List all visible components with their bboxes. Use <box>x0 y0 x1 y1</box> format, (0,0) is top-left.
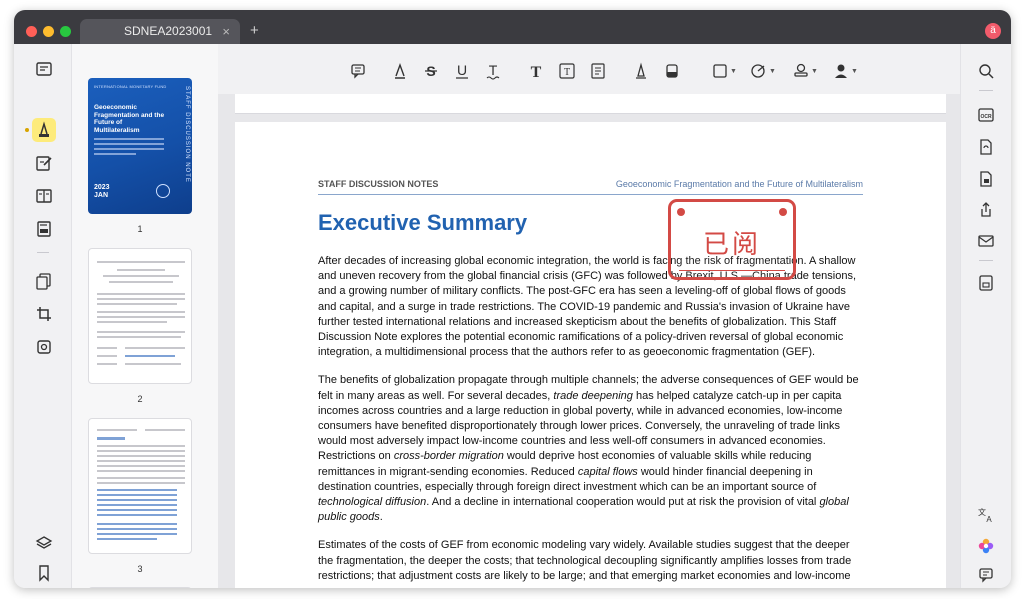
cover-title: Geoeconomic Fragmentation and the Future… <box>94 104 165 134</box>
share-icon[interactable] <box>977 201 995 219</box>
form-icon[interactable] <box>35 220 53 238</box>
annotation-toolbar: S U T T T ▼ ▼ ▼ ▼ <box>218 44 960 94</box>
stamp-icon[interactable] <box>792 62 810 80</box>
squiggly-underline-icon[interactable]: T <box>484 62 502 80</box>
text-icon[interactable]: T <box>527 62 545 80</box>
strikethrough-icon[interactable]: S <box>422 62 440 80</box>
paragraph: Estimates of the costs of GEF from econo… <box>318 539 852 582</box>
pdf-page[interactable]: STAFF DISCUSSION NOTES Geoeconomic Fragm… <box>235 122 946 588</box>
protect-icon[interactable] <box>977 170 995 188</box>
comment-icon[interactable] <box>349 62 367 80</box>
svg-text:U: U <box>457 62 467 78</box>
tab-title: SDNEA2023001 <box>124 24 213 38</box>
underline-icon[interactable]: U <box>453 62 471 80</box>
zoom-window-button[interactable] <box>60 26 71 37</box>
ocr-tool-icon[interactable]: OCR <box>977 106 995 124</box>
page-layout-icon[interactable] <box>35 187 53 205</box>
imf-emblem-icon <box>156 184 170 198</box>
pencil-icon[interactable] <box>632 62 650 80</box>
thumbnail-page-3[interactable] <box>88 418 192 554</box>
svg-text:A: A <box>986 515 992 524</box>
running-header: STAFF DISCUSSION NOTES Geoeconomic Fragm… <box>318 179 863 195</box>
previous-page-edge <box>235 94 946 114</box>
search-icon[interactable] <box>977 62 995 80</box>
stamp-underline <box>679 270 785 271</box>
layers-icon[interactable] <box>35 534 53 552</box>
running-head-right: Geoeconomic Fragmentation and the Future… <box>615 179 863 189</box>
running-head-left: STAFF DISCUSSION NOTES <box>318 179 439 189</box>
minimize-window-button[interactable] <box>43 26 54 37</box>
cover-org: INTERNATIONAL MONETARY FUND <box>94 84 167 89</box>
save-icon[interactable] <box>977 274 995 292</box>
ai-assistant-icon[interactable] <box>977 537 995 555</box>
cover-image: INTERNATIONAL MONETARY FUND Geoeconomic … <box>88 78 192 214</box>
sticky-note-icon[interactable] <box>750 62 768 80</box>
edit-pdf-icon[interactable] <box>35 154 53 172</box>
sticky-dropdown-chevron-icon[interactable]: ▼ <box>769 68 776 75</box>
left-divider <box>37 252 49 253</box>
stamp-corner-dot <box>779 208 787 216</box>
body-text[interactable]: After decades of increasing global econo… <box>318 254 866 588</box>
document-workspace: S U T T T ▼ ▼ ▼ ▼ STAFF DISCUSSION NOTES… <box>218 44 960 588</box>
cover-authors <box>94 138 164 158</box>
translate-icon[interactable]: 文A <box>977 506 995 524</box>
thumbnail-page-1[interactable]: INTERNATIONAL MONETARY FUND Geoeconomic … <box>88 78 192 214</box>
right-divider <box>979 90 993 91</box>
title-bar: SDNEA2023001 × + ä <box>14 10 1011 44</box>
convert-icon[interactable] <box>977 138 995 156</box>
thumbnail-number: 2 <box>137 394 143 404</box>
left-mode-bar <box>14 44 72 588</box>
signature-dropdown-chevron-icon[interactable]: ▼ <box>851 68 858 75</box>
crop-icon[interactable] <box>35 305 53 323</box>
close-window-button[interactable] <box>26 26 37 37</box>
read-stamp-annotation[interactable]: 已阅 <box>668 199 796 280</box>
email-icon[interactable] <box>977 232 995 250</box>
reader-mode-icon[interactable] <box>35 60 53 78</box>
thumbnail-number: 1 <box>137 224 143 234</box>
thumbnail-page-2[interactable] <box>88 248 192 384</box>
right-tool-bar: OCR 文A <box>960 44 1011 588</box>
svg-text:文: 文 <box>978 507 986 517</box>
new-tab-button[interactable]: + <box>250 23 259 38</box>
right-divider <box>979 260 993 261</box>
comments-list-icon[interactable] <box>977 566 995 584</box>
account-avatar[interactable]: ä <box>985 23 1001 39</box>
eraser-icon[interactable] <box>663 62 681 80</box>
organize-pages-icon[interactable] <box>35 272 53 290</box>
document-tab[interactable]: SDNEA2023001 × <box>80 19 240 44</box>
svg-text:T: T <box>531 64 542 80</box>
shape-dropdown-chevron-icon[interactable]: ▼ <box>730 68 737 75</box>
comment-mode-icon[interactable] <box>35 121 53 139</box>
shape-icon[interactable] <box>711 62 729 80</box>
svg-text:T: T <box>489 62 498 78</box>
signature-icon[interactable] <box>832 62 850 80</box>
app-window: SDNEA2023001 × + ä INTERNATIONAL MONETAR… <box>14 10 1011 588</box>
thumbnail-page-4[interactable] <box>88 587 192 588</box>
svg-text:OCR: OCR <box>980 114 992 120</box>
stamp-text: 已阅 <box>702 230 761 260</box>
ocr-icon[interactable] <box>35 338 53 356</box>
cover-month: JAN <box>94 192 109 199</box>
active-indicator <box>25 128 29 132</box>
cover-year: 2023 JAN <box>94 184 110 200</box>
section-heading: Executive Summary <box>318 210 528 235</box>
stamp-dropdown-chevron-icon[interactable]: ▼ <box>811 68 818 75</box>
tab-close-icon[interactable]: × <box>222 19 230 44</box>
thumbnail-number: 3 <box>137 564 143 574</box>
highlight-icon[interactable] <box>391 62 409 80</box>
svg-text:T: T <box>564 67 570 78</box>
cover-side-label: STAFF DISCUSSION NOTE <box>184 86 190 183</box>
cover-year-value: 2023 <box>94 184 110 191</box>
text-callout-icon[interactable] <box>589 62 607 80</box>
bookmark-icon[interactable] <box>35 564 53 582</box>
thumbnail-panel: INTERNATIONAL MONETARY FUND Geoeconomic … <box>72 44 218 588</box>
stamp-corner-dot <box>677 208 685 216</box>
paragraph: The benefits of globalization propagate … <box>318 374 859 524</box>
text-box-icon[interactable]: T <box>558 62 576 80</box>
